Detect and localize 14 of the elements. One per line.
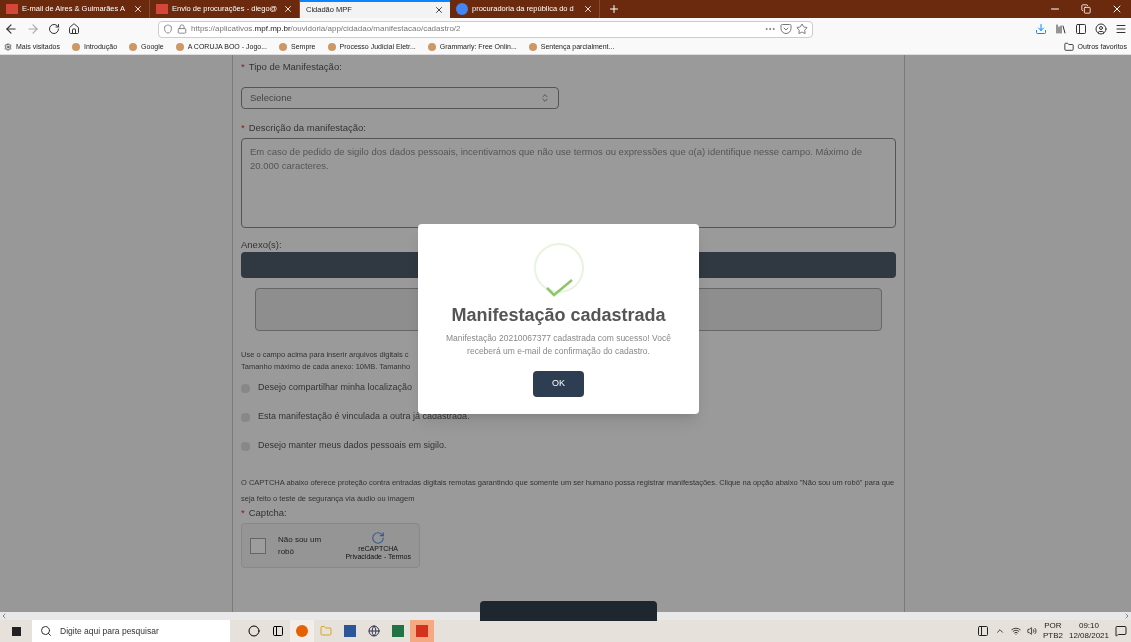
checkbox-label: Esta manifestação é vinculada a outra já cadastrada.: [258, 410, 470, 424]
required-mark: *: [241, 120, 245, 135]
field-label: Descrição da manifestação:: [248, 120, 366, 135]
dialog-message: Manifestação 20210067377 cadastrada com sucesso! Você receberá um e-mail de confirmação do cadastro.: [445, 332, 672, 358]
required-mark: *: [241, 59, 245, 74]
checkbox-label: Não sou um robô: [278, 533, 323, 558]
checkbox-label: Desejo manter meus dados pessoais em sigilo.: [258, 439, 447, 453]
checkbox-label: Desejo compartilhar minha localização: [258, 381, 413, 395]
dialog-title: Manifestação cadastrada: [451, 304, 666, 327]
field-label: Captcha:: [248, 505, 287, 520]
field-label: Anexo(s):: [241, 238, 283, 250]
required-mark: *: [241, 505, 245, 520]
url-text: https://aplicativos.mpf.mp.br/ouvidoria/app/cidadao/manifestacao/cadastro/2: [191, 23, 461, 35]
field-label: Tipo de Manifestação:: [248, 59, 342, 74]
